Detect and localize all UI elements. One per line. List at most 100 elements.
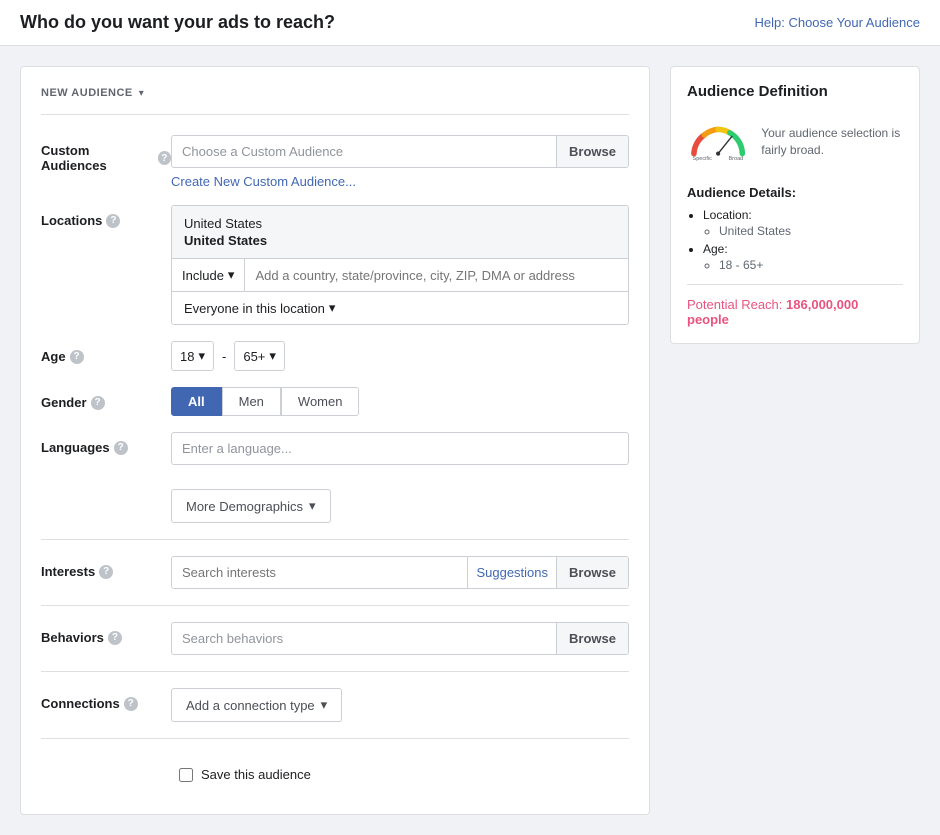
age-from-select[interactable]: 18 ▾ — [171, 341, 214, 371]
gender-label: Gender ? — [41, 387, 171, 410]
languages-info-icon[interactable]: ? — [114, 441, 128, 455]
age-to-select[interactable]: 65+ ▾ — [234, 341, 285, 371]
age-from-value: 18 — [180, 349, 194, 364]
more-demographics-spacer — [41, 481, 171, 489]
more-demographics-field: More Demographics ▾ — [171, 481, 629, 523]
age-to-dropdown-icon: ▾ — [269, 348, 276, 364]
audience-detail-location: Location: United States — [703, 208, 903, 238]
custom-audiences-row: Custom Audiences ? Browse Create New Cus… — [41, 135, 629, 189]
connections-label: Connections ? — [41, 688, 171, 711]
more-demographics-row: More Demographics ▾ — [41, 481, 629, 523]
gender-row: Gender ? All Men Women — [41, 387, 629, 416]
interests-field: Suggestions Browse — [171, 556, 629, 589]
behaviors-input-container: Browse — [171, 622, 629, 655]
location-sublist: United States — [703, 224, 903, 238]
svg-text:Broad: Broad — [728, 156, 743, 162]
more-demographics-dropdown-icon: ▾ — [309, 498, 316, 514]
connections-row: Connections ? Add a connection type ▾ — [41, 688, 629, 722]
add-connection-dropdown-icon: ▾ — [321, 697, 328, 713]
age-detail-value: 18 - 65+ — [719, 258, 903, 272]
new-audience-bar: NEW AUDIENCE ▾ — [41, 87, 629, 115]
gauge-description: Your audience selection is fairly broad. — [761, 125, 903, 159]
custom-audiences-input[interactable] — [172, 136, 556, 167]
custom-audiences-browse-button[interactable]: Browse — [556, 136, 628, 167]
more-demographics-label: More Demographics — [186, 499, 303, 514]
audience-detail-age: Age: 18 - 65+ — [703, 242, 903, 272]
age-row: Age ? 18 ▾ - 65+ ▾ — [41, 341, 629, 371]
gender-field: All Men Women — [171, 387, 629, 416]
interests-input-container: Suggestions Browse — [171, 556, 629, 589]
more-demographics-button[interactable]: More Demographics ▾ — [171, 489, 331, 523]
behaviors-search-input[interactable] — [172, 623, 556, 654]
gender-women-button[interactable]: Women — [281, 387, 360, 416]
age-selector-row: 18 ▾ - 65+ ▾ — [171, 341, 629, 371]
age-to-value: 65+ — [243, 349, 265, 364]
age-detail-label: Age: — [703, 242, 728, 256]
gender-info-icon[interactable]: ? — [91, 396, 105, 410]
languages-field — [171, 432, 629, 465]
interests-browse-button[interactable]: Browse — [556, 557, 628, 588]
connections-field: Add a connection type ▾ — [171, 688, 629, 722]
audience-definition-title: Audience Definition — [687, 83, 903, 100]
divider-2 — [41, 605, 629, 606]
age-sublist: 18 - 65+ — [703, 258, 903, 272]
svg-text:Specific: Specific — [693, 156, 713, 162]
locations-row: Locations ? United States United States … — [41, 205, 629, 325]
everyone-dropdown-icon: ▾ — [329, 300, 336, 316]
interests-suggestions-link[interactable]: Suggestions — [467, 557, 556, 588]
location-name-main: United States — [184, 216, 616, 231]
location-selected: United States United States — [172, 206, 628, 258]
new-audience-label: NEW AUDIENCE — [41, 87, 133, 99]
location-name-bold: United States — [184, 233, 616, 248]
add-connection-button[interactable]: Add a connection type ▾ — [171, 688, 342, 722]
locations-info-icon[interactable]: ? — [106, 214, 120, 228]
languages-row: Languages ? — [41, 432, 629, 465]
everyone-in-location-button[interactable]: Everyone in this location ▾ — [172, 291, 628, 324]
location-input-row: Include ▾ — [172, 258, 628, 291]
location-detail-value: United States — [719, 224, 903, 238]
behaviors-row: Behaviors ? Browse — [41, 622, 629, 655]
everyone-label: Everyone in this location — [184, 301, 325, 316]
include-label: Include — [182, 268, 224, 283]
audience-details-list: Location: United States Age: 18 - 65+ — [687, 208, 903, 272]
right-panel: Audience Definition — [670, 66, 920, 815]
interests-info-icon[interactable]: ? — [99, 565, 113, 579]
connections-info-icon[interactable]: ? — [124, 697, 138, 711]
gauge-chart: Specific Broad — [687, 114, 749, 169]
languages-input-container — [171, 432, 629, 465]
gender-all-button[interactable]: All — [171, 387, 222, 416]
interests-search-input[interactable] — [172, 557, 467, 588]
age-field: 18 ▾ - 65+ ▾ — [171, 341, 629, 371]
age-info-icon[interactable]: ? — [70, 350, 84, 364]
age-dash: - — [222, 349, 226, 364]
audience-divider — [687, 284, 903, 285]
location-detail-label: Location: — [703, 208, 752, 222]
behaviors-info-icon[interactable]: ? — [108, 631, 122, 645]
behaviors-label: Behaviors ? — [41, 622, 171, 645]
potential-reach: Potential Reach: 186,000,000 people — [687, 297, 903, 327]
create-custom-audience-link[interactable]: Create New Custom Audience... — [171, 174, 356, 189]
interests-label: Interests ? — [41, 556, 171, 579]
save-audience-checkbox[interactable] — [179, 768, 193, 782]
add-connection-label: Add a connection type — [186, 698, 315, 713]
help-link[interactable]: Help: Choose Your Audience — [754, 15, 920, 30]
include-dropdown-icon: ▾ — [228, 267, 235, 283]
main-content: NEW AUDIENCE ▾ Custom Audiences ? Browse… — [0, 46, 940, 835]
languages-input[interactable] — [172, 433, 628, 464]
new-audience-dropdown-icon[interactable]: ▾ — [139, 88, 144, 99]
gender-selector: All Men Women — [171, 387, 629, 416]
potential-reach-label: Potential Reach: — [687, 297, 782, 312]
divider-4 — [41, 738, 629, 739]
languages-label: Languages ? — [41, 432, 171, 455]
include-button[interactable]: Include ▾ — [172, 259, 245, 291]
audience-definition-card: Audience Definition — [670, 66, 920, 344]
divider-3 — [41, 671, 629, 672]
locations-label: Locations ? — [41, 205, 171, 228]
custom-audiences-info-icon[interactable]: ? — [158, 151, 171, 165]
location-box: United States United States Include ▾ Ev… — [171, 205, 629, 325]
age-label: Age ? — [41, 341, 171, 364]
behaviors-browse-button[interactable]: Browse — [556, 623, 628, 654]
gender-men-button[interactable]: Men — [222, 387, 281, 416]
location-search-input[interactable] — [245, 260, 628, 291]
custom-audiences-field: Browse Create New Custom Audience... — [171, 135, 629, 189]
